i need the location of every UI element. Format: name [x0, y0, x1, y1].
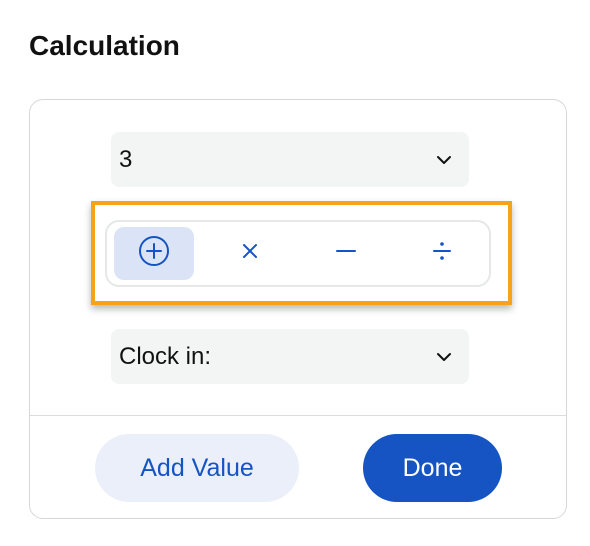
- operator-subtract-button[interactable]: [306, 227, 386, 280]
- operator-divide-button[interactable]: [402, 227, 482, 280]
- calculation-card: 3 Clock in: Add Value Done: [29, 99, 567, 519]
- plus-circle-icon: [137, 234, 171, 273]
- first-value-select[interactable]: 3: [111, 132, 469, 187]
- chevron-down-icon: [427, 150, 461, 170]
- operator-selector-highlight: [91, 201, 512, 305]
- divider: [30, 415, 566, 416]
- multiply-icon: [240, 241, 260, 266]
- chevron-down-icon: [427, 347, 461, 367]
- second-value-select-value: Clock in:: [119, 342, 212, 370]
- calculation-page: Calculation 3 Clock in: Add Value Done: [0, 0, 590, 546]
- panel-title: Calculation: [29, 30, 180, 61]
- add-value-button[interactable]: Add Value: [95, 434, 299, 502]
- second-value-select[interactable]: Clock in:: [111, 329, 469, 384]
- divide-icon: [430, 239, 454, 268]
- operator-add-button[interactable]: [114, 227, 194, 280]
- operator-multiply-button[interactable]: [210, 227, 290, 280]
- minus-icon: [334, 241, 358, 266]
- first-value-select-value: 3: [119, 145, 133, 173]
- operator-selector: [105, 220, 491, 287]
- done-button[interactable]: Done: [363, 434, 502, 502]
